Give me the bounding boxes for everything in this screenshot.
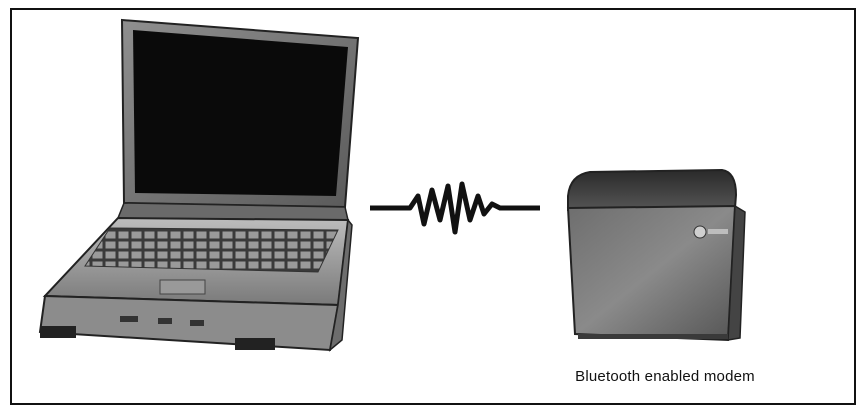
wireless-signal-icon — [370, 181, 540, 235]
modem-icon — [566, 168, 746, 342]
modem-caption: Bluetooth enabled modem — [575, 368, 755, 385]
laptop-icon — [38, 18, 360, 352]
diagram-artwork — [38, 18, 746, 352]
